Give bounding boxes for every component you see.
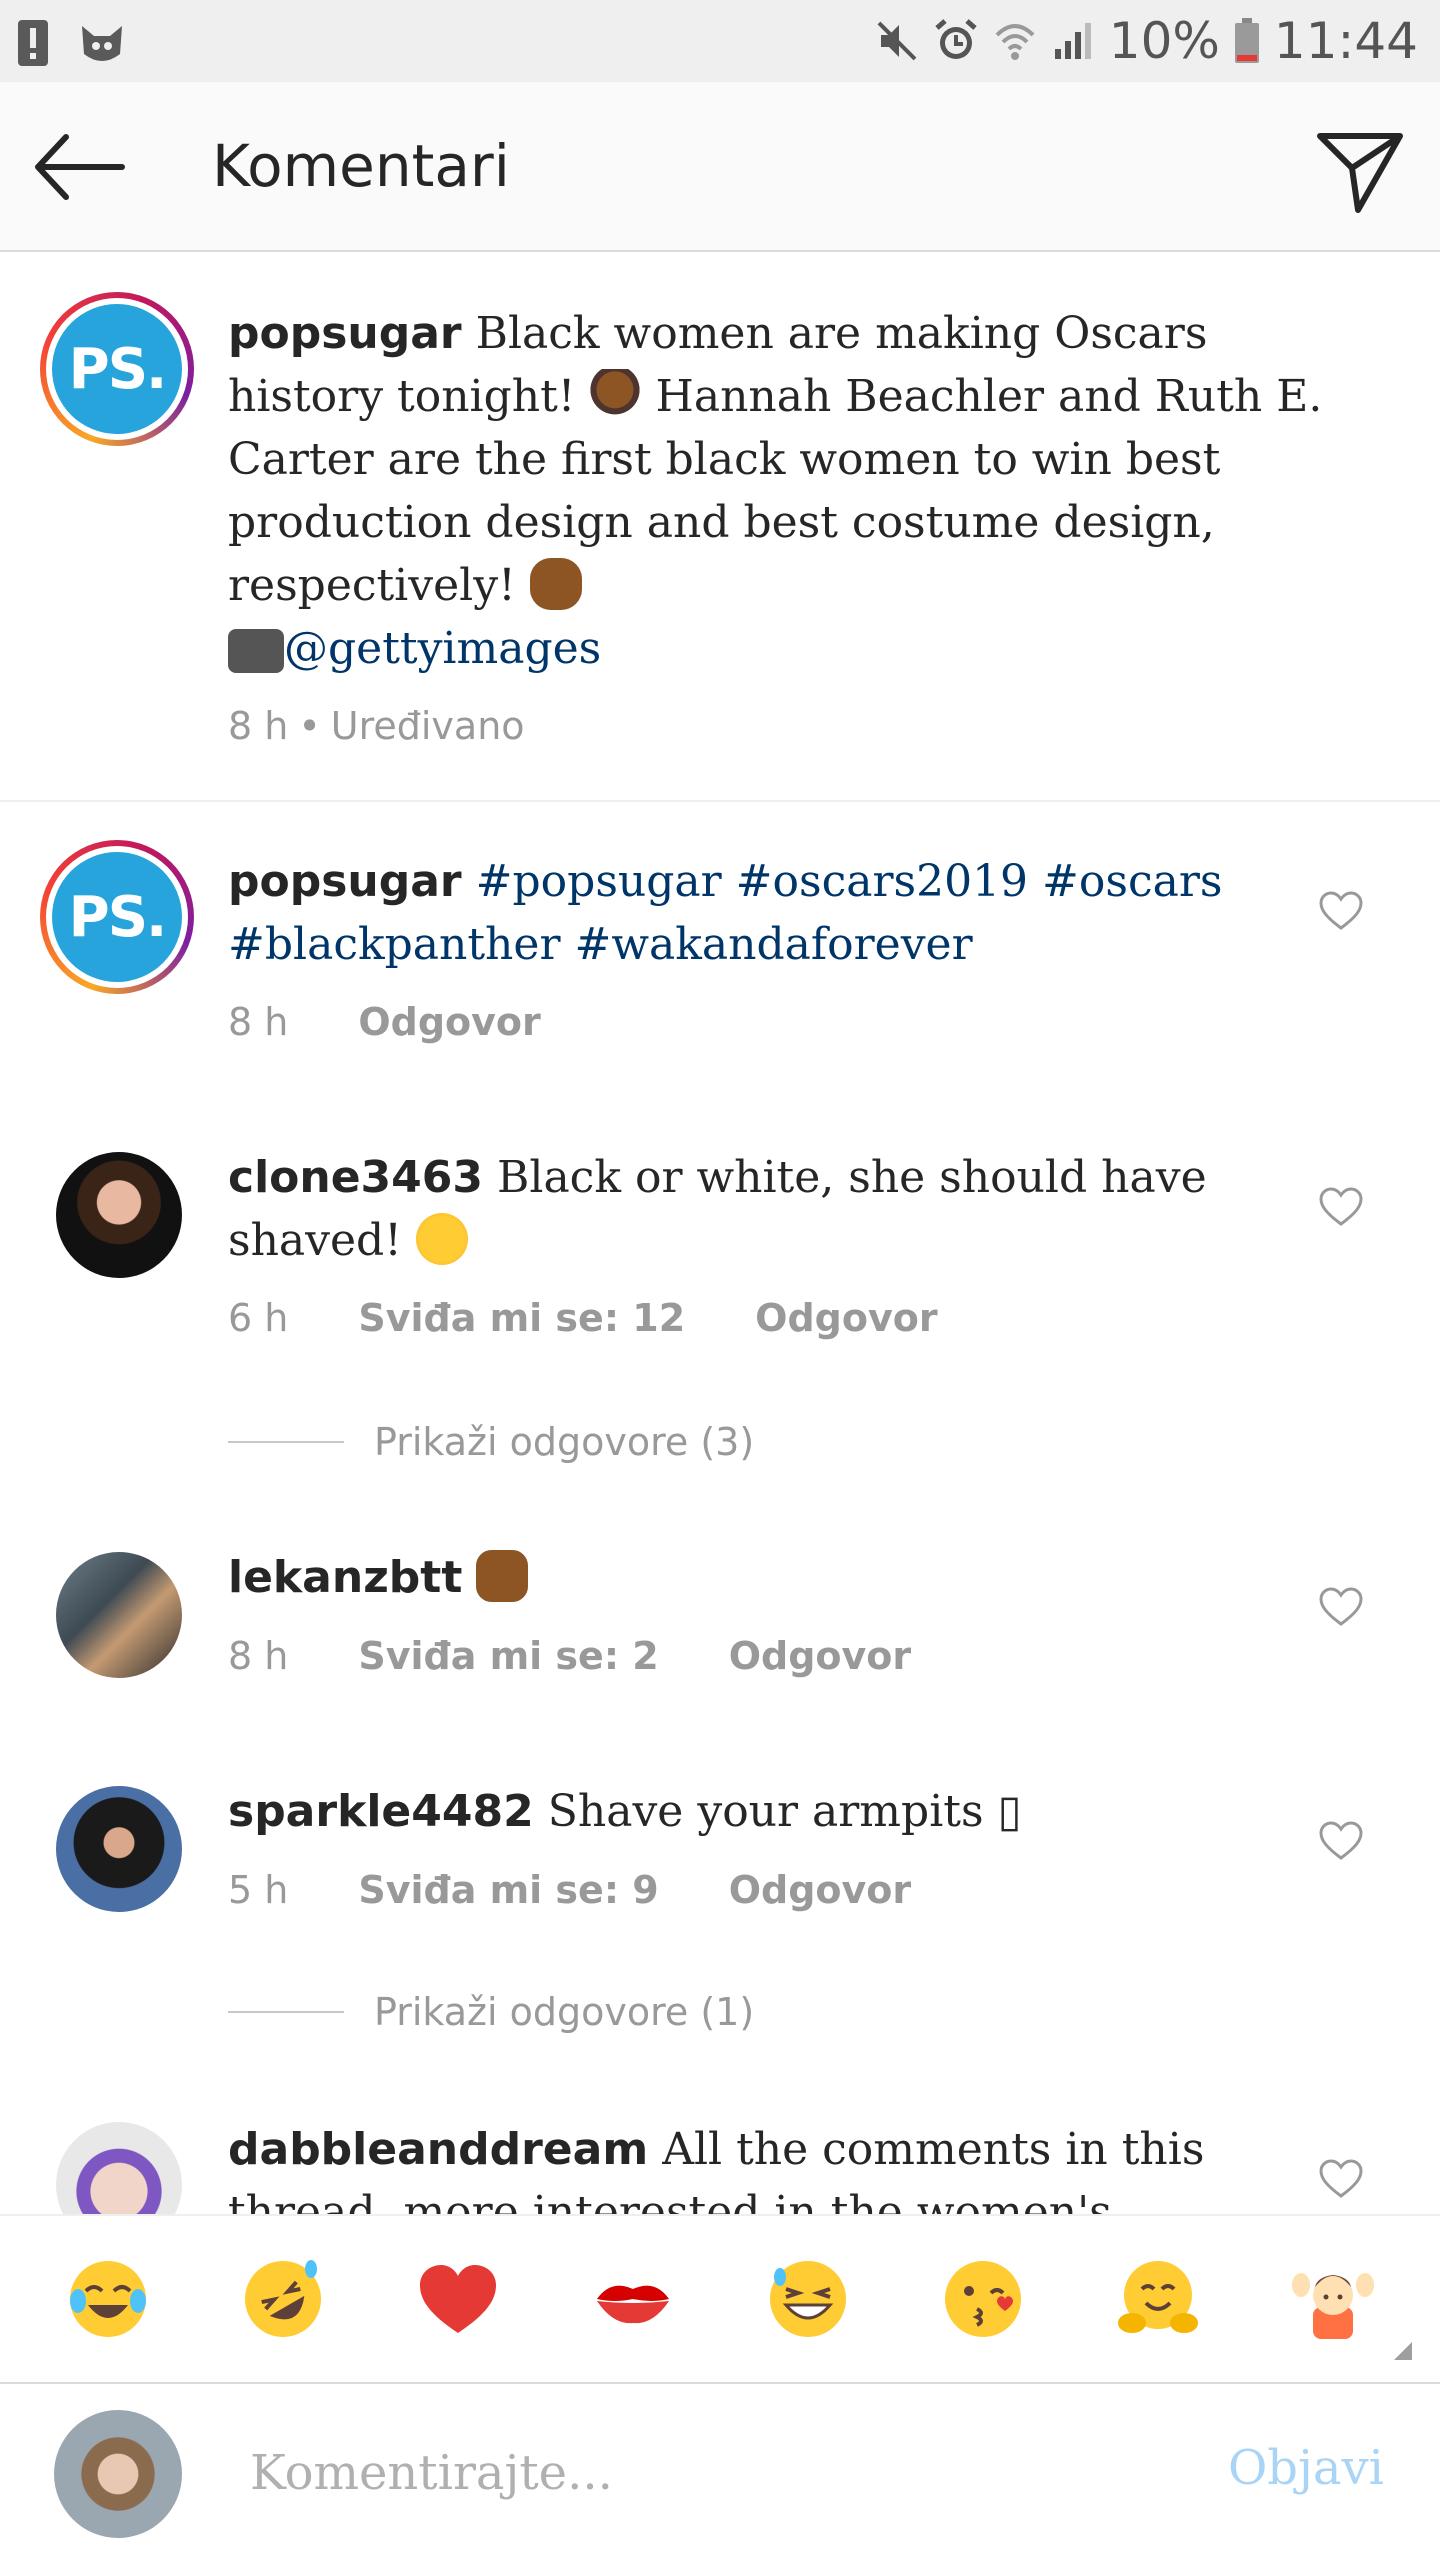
avatar-lekanzbtt[interactable] [56, 1552, 182, 1678]
hugging-face-emoji[interactable] [1114, 2255, 1202, 2343]
comment-meta: 8 h Odgovor [228, 1000, 541, 1044]
clock: 11:44 [1273, 12, 1418, 70]
face-with-tears-of-joy-emoji[interactable] [64, 2255, 152, 2343]
avatar-popsugar[interactable]: PS. [40, 840, 194, 994]
avatar-popsugar[interactable]: PS. [40, 292, 194, 446]
red-heart-emoji[interactable] [414, 2255, 502, 2343]
camera-with-flash-emoji [228, 629, 284, 673]
back-button[interactable] [30, 127, 140, 207]
comment-time: 8 h [228, 1000, 289, 1044]
current-user-avatar [54, 2410, 182, 2538]
reply-button[interactable]: Odgovor [358, 1000, 540, 1044]
raised-fist-emoji [529, 558, 582, 610]
comment-time: 5 h [228, 1868, 289, 1912]
comment-composer: Objavi [0, 2382, 1440, 2560]
mute-icon [877, 21, 917, 61]
comments-header: Komentari [0, 82, 1440, 252]
grinning-squinting-sweat-emoji[interactable] [764, 2255, 852, 2343]
battery-percent: 10% [1108, 12, 1220, 70]
caption-text: popsugar Black women are making Oscars h… [228, 308, 1323, 674]
wifi-icon [995, 24, 1035, 60]
comment-username[interactable]: dabbleanddream [228, 2124, 648, 2175]
show-replies-button[interactable]: Prikaži odgovore (1) [228, 1990, 754, 2034]
comment-text: dabbleanddream All the comments in this … [228, 2124, 1205, 2214]
post-button[interactable]: Objavi [1228, 2440, 1384, 2496]
person-raising-hands-emoji [476, 1550, 529, 1602]
likes-count[interactable]: Sviđa mi se: 2 [358, 1634, 658, 1678]
avatar-sparkle4482[interactable] [56, 1786, 182, 1912]
woman-technologist-emoji [589, 369, 642, 421]
comment-clip: dabbleanddream All the comments in this … [0, 2100, 1440, 2214]
mention-gettyimages[interactable]: @gettyimages [284, 623, 601, 674]
battery-icon [1234, 18, 1259, 63]
alert-icon [18, 20, 48, 66]
resize-grip-icon [1394, 2342, 1412, 2360]
like-heart-icon[interactable] [1318, 1820, 1364, 1862]
comment-text: clone3463 Black or white, she should hav… [228, 1152, 1207, 1266]
replies-line [228, 1441, 344, 1443]
quick-emoji-bar [0, 2214, 1440, 2382]
comment-text: lekanzbtt [228, 1546, 1248, 1609]
caption-time: 8 h [228, 704, 289, 748]
comment-input[interactable] [250, 2438, 1150, 2508]
replies-line [228, 2011, 344, 2013]
sad-face-emoji [415, 1213, 468, 1265]
comment-meta: 6 h Sviđa mi se: 12 Odgovor [228, 1296, 938, 1340]
likes-count[interactable]: Sviđa mi se: 12 [358, 1296, 685, 1340]
like-heart-icon[interactable] [1318, 890, 1364, 932]
reply-button[interactable]: Odgovor [729, 1868, 911, 1912]
comment-text: popsugar #popsugar #oscars2019 #oscars #… [228, 850, 1248, 976]
avatar-dabbleanddream[interactable] [56, 2122, 182, 2214]
caption-edited: Uređivano [330, 704, 525, 748]
avatar-clone3463[interactable] [56, 1152, 182, 1278]
person-raising-hands-emoji[interactable] [1289, 2255, 1377, 2343]
page-title: Komentari [212, 132, 510, 200]
signal-icon [1054, 23, 1091, 59]
reply-button[interactable]: Odgovor [755, 1296, 937, 1340]
rolling-on-floor-laughing-emoji[interactable] [239, 2255, 327, 2343]
show-replies-button[interactable]: Prikaži odgovore (3) [228, 1420, 754, 1464]
like-heart-icon[interactable] [1318, 2158, 1364, 2200]
comment-meta: 5 h Sviđa mi se: 9 Odgovor [228, 1868, 911, 1912]
comment-username[interactable]: lekanzbtt [228, 1552, 462, 1603]
caption-meta: 8 h • Uređivano [228, 704, 525, 748]
comment-text: sparkle4482 Shave your armpits ▯ [228, 1786, 1022, 1837]
comment-username[interactable]: popsugar [228, 856, 462, 907]
face-blowing-kiss-emoji[interactable] [939, 2255, 1027, 2343]
cat-app-icon [82, 26, 122, 61]
comment-meta: 8 h Sviđa mi se: 2 Odgovor [228, 1634, 911, 1678]
reply-button[interactable]: Odgovor [729, 1634, 911, 1678]
like-heart-icon[interactable] [1318, 1186, 1364, 1228]
like-heart-icon[interactable] [1318, 1586, 1364, 1628]
comment-time: 8 h [228, 1634, 289, 1678]
alarm-icon [935, 19, 977, 59]
comment-time: 6 h [228, 1296, 289, 1340]
comment-username[interactable]: clone3463 [228, 1152, 483, 1203]
direct-send-icon [1317, 133, 1403, 213]
direct-send-button[interactable] [1310, 120, 1410, 220]
status-bar: 10% 11:44 [0, 0, 1440, 82]
likes-count[interactable]: Sviđa mi se: 9 [358, 1868, 658, 1912]
caption-divider [0, 800, 1440, 802]
comment-username[interactable]: sparkle4482 [228, 1786, 534, 1837]
back-arrow-icon [35, 134, 125, 200]
kiss-mark-emoji[interactable] [589, 2255, 677, 2343]
caption-username[interactable]: popsugar [228, 308, 462, 359]
